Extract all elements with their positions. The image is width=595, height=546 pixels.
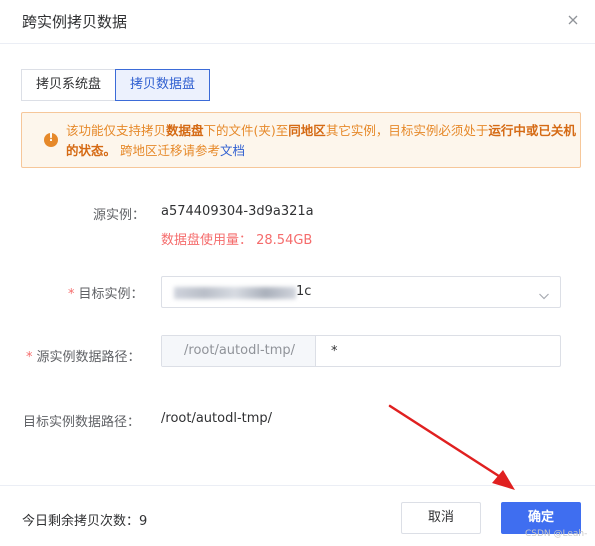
warning-icon — [44, 131, 58, 147]
alert-bold: 同地区 — [288, 123, 326, 138]
alert-text: 该功能仅支持拷贝数据盘下的文件(夹)至同地区其它实例，目标实例必须处于运行中或已… — [66, 121, 578, 161]
watermark: CSDN @Leah- — [525, 529, 588, 539]
required-mark: * — [26, 350, 33, 365]
alert-part: 其它实例，目标实例必须处于 — [325, 123, 489, 138]
source-instance-label: 源实例： — [93, 208, 146, 223]
remaining-copies: 今日剩余拷贝次数：9 — [22, 514, 148, 529]
target-path-value: /root/autodl-tmp/ — [161, 411, 273, 426]
docs-link[interactable]: 文档 — [220, 143, 245, 158]
alert-part: 该功能仅支持拷贝 — [66, 123, 167, 138]
target-instance-label: * 目标实例： — [68, 283, 144, 302]
source-path-prefix: /root/autodl-tmp/ — [162, 336, 316, 366]
alert-part: 跨地区迁移请参考 — [116, 143, 220, 158]
close-icon[interactable] — [566, 13, 580, 27]
target-instance-label-text: 目标实例： — [78, 287, 144, 302]
alert-bold: 数据盘 — [166, 123, 204, 138]
required-mark: * — [68, 287, 75, 302]
target-instance-value: 1c — [296, 284, 312, 299]
dialog-title: 跨实例拷贝数据 — [22, 13, 128, 31]
source-path-group: /root/autodl-tmp/ — [161, 335, 561, 367]
target-path-label: 目标实例数据路径： — [23, 415, 141, 430]
dialog-footer: 今日剩余拷贝次数：9 取消 确定 — [0, 485, 595, 546]
source-path-label-text: 源实例数据路径： — [36, 350, 141, 365]
warning-alert: 该功能仅支持拷贝数据盘下的文件(夹)至同地区其它实例，目标实例必须处于运行中或已… — [21, 112, 581, 168]
disk-usage: 数据盘使用量： 28.54GB — [161, 233, 313, 248]
tab-data-disk[interactable]: 拷贝数据盘 — [115, 69, 211, 101]
source-instance-value: a574409304-3d9a321a — [161, 204, 314, 219]
source-path-input[interactable] — [317, 336, 560, 366]
redacted-instance-id — [174, 287, 296, 299]
target-instance-select[interactable]: 1c — [161, 276, 561, 308]
chevron-down-icon — [538, 287, 550, 300]
cancel-button[interactable]: 取消 — [401, 502, 481, 534]
tab-system-disk[interactable]: 拷贝系统盘 — [21, 69, 116, 101]
source-path-label: * 源实例数据路径： — [26, 346, 141, 365]
alert-part: 下的文件(夹)至 — [203, 123, 289, 138]
dialog-header: 跨实例拷贝数据 — [0, 0, 595, 44]
disk-tabs: 拷贝系统盘 拷贝数据盘 — [21, 69, 211, 101]
copy-dialog: 跨实例拷贝数据 拷贝系统盘 拷贝数据盘 该功能仅支持拷贝数据盘下的文件(夹)至同… — [0, 0, 595, 546]
